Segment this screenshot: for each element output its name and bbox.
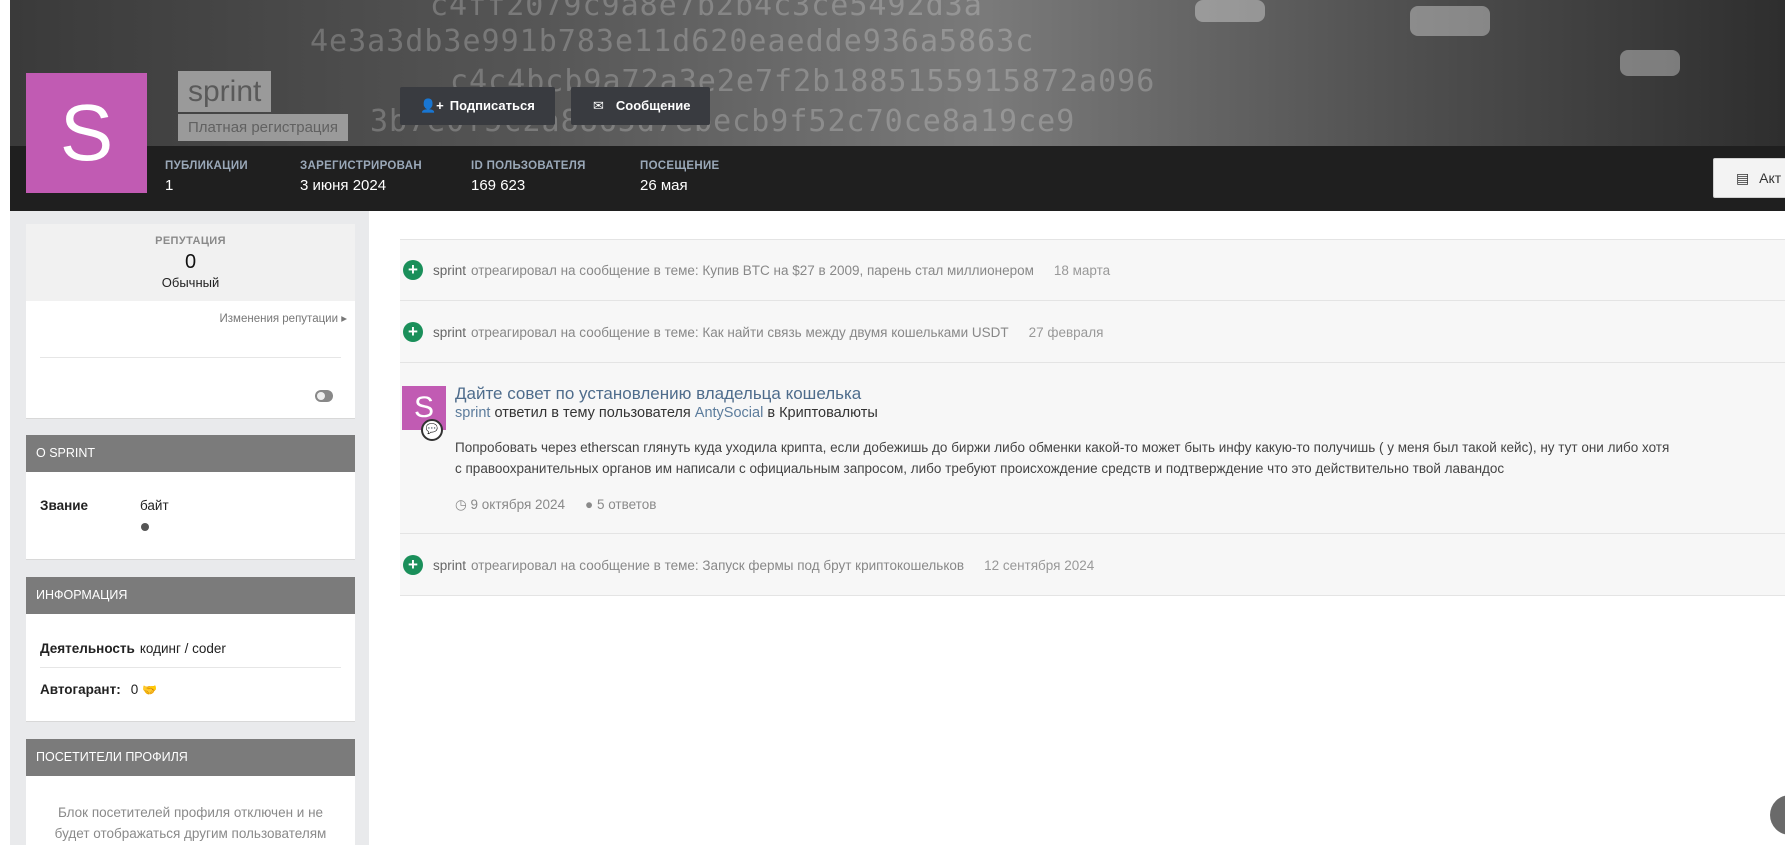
rank-key: Звание	[40, 498, 89, 513]
reputation-level: Обычный	[161, 275, 220, 290]
activity-user-link[interactable]: sprint	[433, 558, 466, 573]
comment-icon: ●	[585, 497, 597, 512]
activity-date: 12 сентября 2024	[984, 557, 1095, 573]
divider	[400, 533, 1785, 534]
stat-value: 169 623	[471, 177, 526, 194]
activity-date: 27 февраля	[1028, 324, 1104, 340]
stat-label: ПУБЛИКАЦИИ	[165, 160, 248, 172]
visitors-card: ПОСЕТИТЕЛИ ПРОФИЛЯ Блок посетителей проф…	[26, 739, 355, 845]
activity-user-link[interactable]: sprint	[433, 263, 466, 278]
post-meta: sprint ответил в тему пользователя AntyS…	[455, 405, 878, 421]
post-footer: ◷ 9 октября 2024 ● 5 ответов	[455, 497, 656, 513]
plus-icon: +	[403, 322, 423, 342]
post-replies[interactable]: ● 5 ответов	[585, 497, 656, 513]
reputation-label: РЕПУТАЦИЯ	[155, 235, 226, 247]
plus-icon: +	[403, 555, 423, 575]
cover-decor	[1410, 6, 1490, 36]
guarantee-value: 0	[130, 682, 139, 697]
guarantee-row: Автогарант: 0 🤝	[26, 668, 355, 697]
post-date-text: 9 октября 2024	[470, 497, 566, 512]
activity-button[interactable]: ▤ Акт	[1713, 158, 1785, 198]
post-date[interactable]: ◷ 9 октября 2024	[455, 497, 565, 513]
divider	[400, 362, 1785, 363]
visitors-disabled-text: Блок посетителей профиля отключен и не б…	[26, 776, 355, 844]
activity-user-link[interactable]: sprint	[433, 325, 466, 340]
cover-code-line: 4e3a3db3e991b783e11d620eaedde936a5863c	[310, 24, 1035, 59]
activity-button-label: Акт	[1759, 170, 1782, 186]
reputation-summary: РЕПУТАЦИЯ 0 Обычный	[26, 224, 355, 301]
user-plus-icon: 👤+	[420, 98, 444, 113]
profile-group: Платная регистрация	[178, 114, 349, 141]
divider	[400, 300, 1785, 301]
forum-link[interactable]: Криптовалюты	[779, 405, 878, 421]
visitors-card-title: ПОСЕТИТЕЛИ ПРОФИЛЯ	[26, 739, 355, 776]
reputation-card: РЕПУТАЦИЯ 0 Обычный Изменения репутации …	[26, 224, 355, 419]
divider	[400, 239, 1785, 240]
rank-row: Звание байт	[26, 472, 355, 513]
post-meta-text: ответил в тему пользователя	[494, 405, 691, 421]
cover-decor	[1195, 0, 1265, 22]
activity-key: Деятельность	[40, 641, 135, 656]
activity-item: + sprint отреагировал на сообщение в тем…	[403, 555, 1094, 575]
profile-avatar[interactable]: S	[26, 73, 147, 193]
stat-value: 26 мая	[640, 177, 688, 194]
post-meta-in: в	[767, 405, 776, 421]
guarantee-key: Автогарант:	[40, 682, 121, 697]
message-button-label: Сообщение	[615, 98, 691, 113]
activity-value: кодинг / coder	[139, 641, 226, 656]
stat-last-visit: ПОСЕЩЕНИЕ 26 мая	[640, 160, 720, 194]
cover-code-line: c4c4bcb9a72a3e2e7f2b1885155915872a096	[450, 64, 1156, 99]
about-card: О SPRINT Звание байт	[26, 435, 355, 560]
topic-user-link[interactable]: AntySocial	[695, 405, 764, 421]
newspaper-icon: ▤	[1736, 170, 1750, 186]
post-excerpt: Попробовать через etherscan глянуть куда…	[455, 437, 1785, 479]
reputation-value: 0	[184, 251, 197, 273]
info-card-title: ИНФОРМАЦИЯ	[26, 577, 355, 614]
post-replies-text: 5 ответов	[596, 497, 657, 512]
activity-text[interactable]: отреагировал на сообщение в теме: Как на…	[471, 325, 1009, 340]
post-author-link[interactable]: sprint	[455, 405, 490, 421]
stat-label: ПОСЕЩЕНИЕ	[640, 160, 720, 172]
follow-button[interactable]: 👤+ Подписаться	[400, 87, 555, 125]
info-card: ИНФОРМАЦИЯ Деятельность кодинг / coder А…	[26, 577, 355, 722]
rank-value: байт	[140, 498, 169, 513]
stat-label: ID ПОЛЬЗОВАТЕЛЯ	[471, 160, 586, 172]
post-title-link[interactable]: Дайте совет по установлению владельца ко…	[455, 384, 861, 404]
activity-item: + sprint отреагировал на сообщение в тем…	[403, 322, 1103, 342]
divider	[400, 595, 1785, 596]
follow-button-label: Подписаться	[449, 98, 535, 113]
stat-value: 3 июня 2024	[300, 177, 387, 194]
toggle-icon[interactable]	[315, 390, 333, 402]
divider	[40, 357, 341, 358]
profile-username: sprint	[178, 71, 272, 112]
cover-code-line: c4ff2079c9a8e7b2b4c3ce5492d3a	[430, 0, 983, 23]
clock-icon: ◷	[455, 497, 471, 512]
post-excerpt-line: с правоохранительных органов им написали…	[455, 461, 1505, 476]
envelope-icon: ✉	[593, 98, 604, 113]
handshake-icon: 🤝	[142, 682, 158, 697]
post-excerpt-line: Попробовать через etherscan глянуть куда…	[455, 440, 1670, 455]
message-button[interactable]: ✉ Сообщение	[571, 87, 711, 125]
reputation-changes-link[interactable]: Изменения репутации ▸	[26, 301, 355, 325]
activity-text[interactable]: отреагировал на сообщение в теме: Купив …	[471, 263, 1034, 278]
page-left-edge	[0, 0, 10, 845]
comment-icon: 💬	[421, 419, 443, 441]
stat-value: 1	[165, 177, 174, 194]
plus-icon: +	[403, 260, 423, 280]
activity-text[interactable]: отреагировал на сообщение в теме: Запуск…	[471, 558, 964, 573]
cover-decor	[1620, 50, 1680, 76]
activity-date: 18 марта	[1053, 262, 1111, 278]
visitors-text-line: будет отображаться другим пользователям	[54, 826, 327, 841]
stat-posts: ПУБЛИКАЦИИ 1	[165, 160, 248, 194]
stat-label: ЗАРЕГИСТРИРОВАН	[300, 160, 422, 172]
activity-row: Деятельность кодинг / coder	[26, 614, 355, 656]
profile-info-bar	[10, 146, 1785, 211]
about-card-title: О SPRINT	[26, 435, 355, 472]
visitors-text-line: Блок посетителей профиля отключен и не	[57, 805, 324, 820]
stat-registered: ЗАРЕГИСТРИРОВАН 3 июня 2024	[300, 160, 422, 194]
activity-item: + sprint отреагировал на сообщение в тем…	[403, 260, 1110, 280]
rank-pip-icon	[141, 523, 149, 531]
stat-user-id: ID ПОЛЬЗОВАТЕЛЯ 169 623	[471, 160, 586, 194]
